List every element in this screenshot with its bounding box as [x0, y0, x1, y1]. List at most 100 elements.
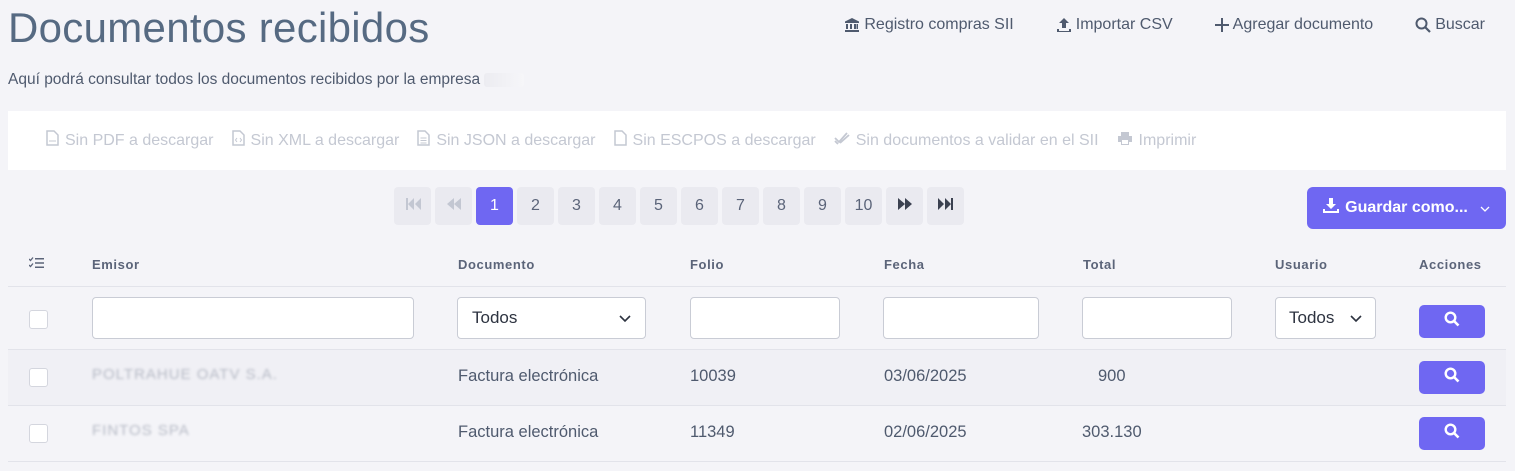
page-subtitle: Aquí podrá consultar todos los documento… — [8, 71, 525, 89]
rewind-icon — [446, 197, 462, 215]
row-documento: Factura electrónica — [458, 367, 599, 385]
row-documento: Factura electrónica — [458, 423, 599, 441]
json-download-button[interactable]: Sin JSON a descargar — [417, 130, 596, 151]
page-button-9[interactable]: 9 — [804, 187, 841, 225]
upload-icon — [1056, 17, 1072, 33]
next-page-button[interactable] — [886, 187, 923, 225]
table-header: Emisor Documento Folio Fecha Total Usuar… — [0, 256, 1515, 286]
documento-filter-value: Todos — [472, 308, 518, 327]
file-text-icon — [417, 130, 431, 151]
usuario-filter-value: Todos — [1289, 308, 1335, 327]
save-as-button[interactable]: Guardar como... — [1307, 187, 1506, 229]
select-all-checkbox[interactable] — [29, 310, 48, 329]
buscar-button[interactable]: Buscar — [1415, 16, 1485, 34]
print-button[interactable]: Imprimir — [1117, 131, 1197, 151]
chevron-down-icon — [1350, 308, 1362, 328]
column-toggle-icon[interactable] — [28, 256, 44, 273]
page-button-6[interactable]: 6 — [681, 187, 718, 225]
escpos-download-button[interactable]: Sin ESCPOS a descargar — [613, 130, 816, 151]
page-button-5[interactable]: 5 — [640, 187, 677, 225]
header-documento[interactable]: Documento — [458, 257, 535, 272]
header-acciones: Acciones — [1419, 257, 1482, 272]
page-button-1[interactable]: 1 — [476, 187, 513, 225]
documento-filter-select[interactable]: Todos — [457, 297, 646, 339]
file-pdf-icon — [46, 130, 59, 151]
printer-icon — [1117, 131, 1133, 151]
save-as-label: Guardar como... — [1345, 199, 1468, 216]
buscar-label: Buscar — [1435, 16, 1485, 33]
first-page-icon — [405, 197, 421, 215]
json-label: Sin JSON a descargar — [436, 131, 596, 149]
pdf-download-button[interactable]: Sin PDF a descargar — [46, 130, 214, 151]
row-fecha: 02/06/2025 — [884, 423, 967, 441]
pdf-label: Sin PDF a descargar — [65, 131, 214, 149]
validate-label: Sin documentos a validar en el SII — [855, 131, 1099, 149]
search-icon — [1444, 423, 1460, 444]
validate-sii-button[interactable]: Sin documentos a validar en el SII — [834, 131, 1099, 150]
page-button-4[interactable]: 4 — [599, 187, 636, 225]
usuario-filter-select[interactable]: Todos — [1275, 297, 1376, 339]
last-page-button[interactable] — [927, 187, 964, 225]
row-fecha: 03/06/2025 — [884, 367, 967, 385]
folio-filter-input[interactable] — [690, 297, 840, 339]
row-total: 303.130 — [1082, 423, 1142, 441]
bank-icon — [844, 17, 860, 33]
page-button-7[interactable]: 7 — [722, 187, 759, 225]
table-row[interactable]: POLTRAHUE OATV S.A. Factura electrónica … — [8, 350, 1506, 405]
row-folio: 11349 — [690, 423, 735, 441]
first-page-button[interactable] — [394, 187, 431, 225]
filter-search-button[interactable] — [1419, 305, 1485, 338]
file-code-icon — [231, 130, 245, 151]
emisor-filter-input[interactable] — [92, 297, 414, 339]
total-filter-input[interactable] — [1082, 297, 1232, 339]
importar-csv-button[interactable]: Importar CSV — [1056, 16, 1173, 34]
row-checkbox[interactable] — [29, 368, 48, 387]
print-label: Imprimir — [1138, 131, 1197, 149]
escpos-label: Sin ESCPOS a descargar — [632, 131, 816, 149]
chevron-down-icon — [619, 308, 631, 328]
search-icon — [1444, 367, 1460, 388]
row-view-button[interactable] — [1419, 361, 1485, 394]
page-button-10[interactable]: 10 — [845, 187, 882, 225]
last-page-icon — [937, 197, 954, 215]
redacted-company-name — [484, 72, 525, 87]
header-usuario[interactable]: Usuario — [1275, 257, 1328, 272]
top-actions: Registro compras SII Importar CSV Agrega… — [844, 16, 1485, 34]
double-check-icon — [834, 131, 850, 150]
fecha-filter-input[interactable] — [883, 297, 1039, 339]
xml-label: Sin XML a descargar — [250, 131, 400, 149]
header-emisor[interactable]: Emisor — [92, 257, 140, 272]
search-icon — [1415, 17, 1431, 33]
xml-download-button[interactable]: Sin XML a descargar — [231, 130, 400, 151]
chevron-down-icon — [1480, 201, 1490, 215]
header-total[interactable]: Total — [1083, 257, 1116, 272]
row-folio: 10039 — [690, 367, 736, 385]
table-row[interactable]: FINTOS SPA Factura electrónica 11349 02/… — [8, 406, 1506, 461]
divider — [8, 461, 1506, 462]
header-fecha[interactable]: Fecha — [884, 257, 925, 272]
page-title: Documentos recibidos — [8, 4, 430, 51]
search-icon — [1444, 311, 1460, 332]
row-checkbox[interactable] — [29, 424, 48, 443]
subtitle-text: Aquí podrá consultar todos los documento… — [8, 71, 481, 88]
importar-csv-label: Importar CSV — [1075, 16, 1173, 33]
row-view-button[interactable] — [1419, 417, 1485, 450]
row-emisor: FINTOS SPA — [92, 422, 190, 439]
row-emisor: POLTRAHUE OATV S.A. — [92, 366, 278, 383]
header-folio[interactable]: Folio — [690, 257, 724, 272]
page-button-2[interactable]: 2 — [517, 187, 554, 225]
row-total: 900 — [1098, 367, 1126, 385]
agregar-documento-label: Agregar documento — [1232, 16, 1374, 33]
plus-icon — [1214, 18, 1229, 32]
prev-page-button[interactable] — [435, 187, 472, 225]
fast-forward-icon — [897, 197, 913, 215]
filter-row: Todos Todos — [8, 287, 1506, 349]
page-button-3[interactable]: 3 — [558, 187, 595, 225]
download-icon — [1323, 198, 1340, 218]
page-button-8[interactable]: 8 — [763, 187, 800, 225]
document-toolbar: Sin PDF a descargar Sin XML a descargar … — [8, 111, 1506, 170]
file-icon — [613, 130, 627, 151]
agregar-documento-button[interactable]: Agregar documento — [1214, 16, 1374, 34]
registro-compras-label: Registro compras SII — [864, 16, 1014, 33]
registro-compras-button[interactable]: Registro compras SII — [844, 16, 1014, 34]
